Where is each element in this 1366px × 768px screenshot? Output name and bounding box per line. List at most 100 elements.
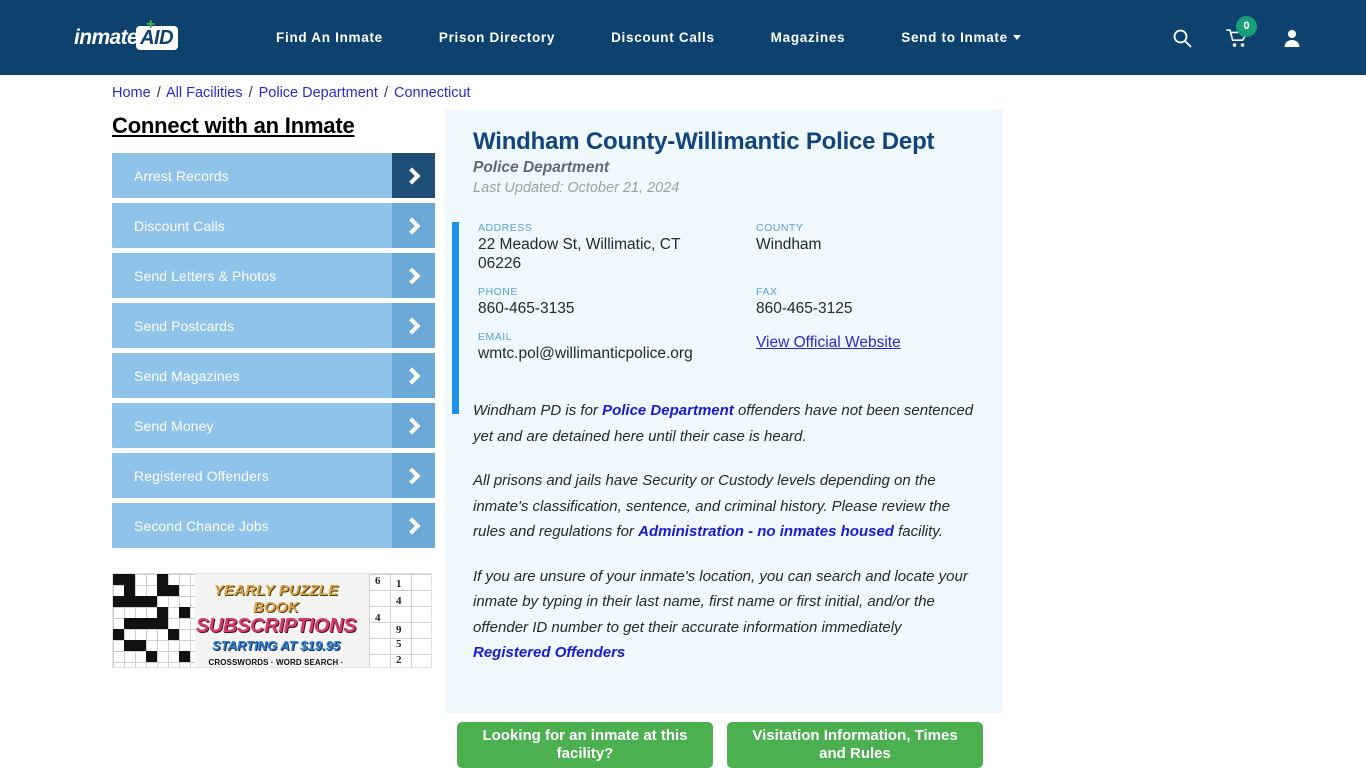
sidebar-item-label: Discount Calls <box>134 217 225 234</box>
chevron-right-icon <box>392 503 435 548</box>
chevron-right-icon <box>392 303 435 348</box>
breadcrumb-separator: / <box>156 85 161 101</box>
chevron-right-icon <box>392 353 435 398</box>
sudoku-digit: 5 <box>396 638 402 650</box>
sidebar-item-send-magazines[interactable]: Send Magazines <box>112 353 435 398</box>
sudoku-digit: 6 <box>375 575 381 587</box>
puzzle-book-ad-banner[interactable]: 6 1 4 4 9 5 2 YEARLY PUZZLE BOOK SUBSCRI… <box>112 573 432 668</box>
chevron-down-icon <box>1012 35 1021 40</box>
registered-offenders-link[interactable]: Registered Offenders <box>473 644 625 661</box>
sudoku-digit: 1 <box>396 578 402 590</box>
visitation-info-button[interactable]: Visitation Information, Times and Rules <box>727 722 983 768</box>
nav-item-send-to-inmate[interactable]: Send to Inmate <box>873 30 1027 45</box>
phone-value: 860-465-3135 <box>478 300 575 317</box>
county-label: COUNTY <box>756 222 804 234</box>
nav-icon-group: 0 <box>1172 0 1302 75</box>
breadcrumb-separator: / <box>383 85 388 101</box>
sudoku-digit: 4 <box>396 595 402 607</box>
ad-line-2: SUBSCRIPTIONS <box>195 615 357 637</box>
nav-item-prison-directory[interactable]: Prison Directory <box>411 30 583 45</box>
last-updated-text: Last Updated: October 21, 2024 <box>473 180 680 196</box>
sudoku-grid-graphic: 6 1 4 4 9 5 2 <box>369 574 431 667</box>
chevron-right-icon <box>392 203 435 248</box>
email-value: wmtc.pol@willimanticpolice.org <box>478 345 693 362</box>
sidebar-item-send-letters-photos[interactable]: Send Letters & Photos <box>112 253 435 298</box>
description-paragraph-2: All prisons and jails have Security or C… <box>473 468 981 545</box>
facility-type: Police Department <box>473 159 610 176</box>
sudoku-digit: 9 <box>396 624 402 636</box>
breadcrumb-item-connecticut[interactable]: Connecticut <box>394 85 471 101</box>
sidebar-item-arrest-records[interactable]: Arrest Records <box>112 153 435 198</box>
sidebar-item-registered-offenders[interactable]: Registered Offenders <box>112 453 435 498</box>
top-navigation-bar: inmate + AID Find An Inmate Prison Direc… <box>0 0 1366 75</box>
ad-line-3: STARTING AT $19.95 <box>211 638 341 653</box>
breadcrumb-item-police-department[interactable]: Police Department <box>259 85 378 101</box>
county-field: COUNTY Windham <box>756 222 1003 286</box>
sidebar-item-label: Send Postcards <box>134 317 235 334</box>
accent-bar <box>452 222 459 414</box>
fax-field: FAX 860-465-3125 <box>756 286 1003 331</box>
desc-p1-highlight[interactable]: Police Department <box>602 402 734 419</box>
fax-value: 860-465-3125 <box>756 300 853 317</box>
description-paragraph-3: If you are unsure of your inmate's locat… <box>473 564 981 666</box>
chevron-right-icon <box>392 153 435 198</box>
search-icon[interactable] <box>1172 28 1192 48</box>
ad-copy: YEARLY PUZZLE BOOK SUBSCRIPTIONS STARTIN… <box>191 582 361 667</box>
view-official-website-link[interactable]: View Official Website <box>756 334 901 352</box>
sidebar-item-label: Send Magazines <box>134 367 240 384</box>
description-paragraph-1: Windham PD is for Police Department offe… <box>473 398 981 449</box>
cart-icon[interactable]: 0 <box>1226 15 1257 48</box>
facility-description: Windham PD is for Police Department offe… <box>445 398 1003 666</box>
sidebar-item-discount-calls[interactable]: Discount Calls <box>112 203 435 248</box>
looking-for-inmate-button[interactable]: Looking for an inmate at this facility? <box>457 722 713 768</box>
phone-label: PHONE <box>478 286 518 298</box>
cta-button-row: Looking for an inmate at this facility? … <box>457 722 983 768</box>
facility-detail-panel: Windham County-Willimantic Police Dept P… <box>445 110 1003 713</box>
address-label: ADDRESS <box>478 222 533 234</box>
nav-item-send-to-inmate-label: Send to Inmate <box>901 30 1008 45</box>
facility-contact-block: ADDRESS 22 Meadow St, Willimatic, CT 062… <box>445 222 1003 414</box>
desc-p1-text-a: Windham PD is for <box>473 402 603 419</box>
chevron-right-icon <box>392 453 435 498</box>
website-field: View Official Website <box>756 331 1003 376</box>
nav-item-magazines[interactable]: Magazines <box>743 30 874 45</box>
breadcrumb: Home / All Facilities / Police Departmen… <box>112 85 471 101</box>
breadcrumb-item-home[interactable]: Home <box>112 85 151 101</box>
sudoku-digit: 2 <box>396 654 402 666</box>
address-field: ADDRESS 22 Meadow St, Willimatic, CT 062… <box>478 222 723 286</box>
chevron-right-icon <box>392 253 435 298</box>
cart-count-badge: 0 <box>1236 15 1257 37</box>
primary-nav: Find An Inmate Prison Directory Discount… <box>248 30 1027 45</box>
sidebar-item-send-money[interactable]: Send Money <box>112 403 435 448</box>
logo-plus-icon: + <box>146 15 156 33</box>
logo-aid-badge: AID <box>136 25 179 50</box>
address-value: 22 Meadow St, Willimatic, CT 06226 <box>478 236 681 272</box>
nav-item-discount-calls[interactable]: Discount Calls <box>583 30 743 45</box>
phone-field: PHONE 860-465-3135 <box>478 286 723 331</box>
sidebar-item-label: Second Chance Jobs <box>134 517 269 534</box>
crossword-grid-graphic <box>113 574 195 667</box>
page-title: Windham County-Willimantic Police Dept <box>473 128 935 155</box>
chevron-right-icon <box>392 403 435 448</box>
desc-p2-highlight[interactable]: Administration - no inmates housed <box>638 523 894 540</box>
desc-p3-text-a: If you are unsure of your inmate's locat… <box>473 567 968 636</box>
sidebar: Connect with an Inmate Arrest Records Di… <box>112 113 435 553</box>
sidebar-item-second-chance-jobs[interactable]: Second Chance Jobs <box>112 503 435 548</box>
email-field: EMAIL wmtc.pol@willimanticpolice.org <box>478 331 723 376</box>
breadcrumb-item-all-facilities[interactable]: All Facilities <box>166 85 243 101</box>
email-label: EMAIL <box>478 331 513 343</box>
sidebar-heading: Connect with an Inmate <box>112 113 355 138</box>
site-logo[interactable]: inmate + AID <box>74 16 179 53</box>
sidebar-item-label: Registered Offenders <box>134 467 269 484</box>
sidebar-item-send-postcards[interactable]: Send Postcards <box>112 303 435 348</box>
ad-line-1: YEARLY PUZZLE BOOK <box>213 582 339 616</box>
breadcrumb-separator: / <box>248 85 253 101</box>
sidebar-item-label: Send Money <box>134 417 214 434</box>
desc-p2-text-b: facility. <box>893 523 943 540</box>
sidebar-item-label: Arrest Records <box>134 167 229 184</box>
fax-label: FAX <box>756 286 778 298</box>
user-icon[interactable] <box>1282 28 1302 48</box>
sudoku-digit: 4 <box>375 612 381 624</box>
county-value: Windham <box>756 236 822 253</box>
nav-item-find-an-inmate[interactable]: Find An Inmate <box>248 30 411 45</box>
